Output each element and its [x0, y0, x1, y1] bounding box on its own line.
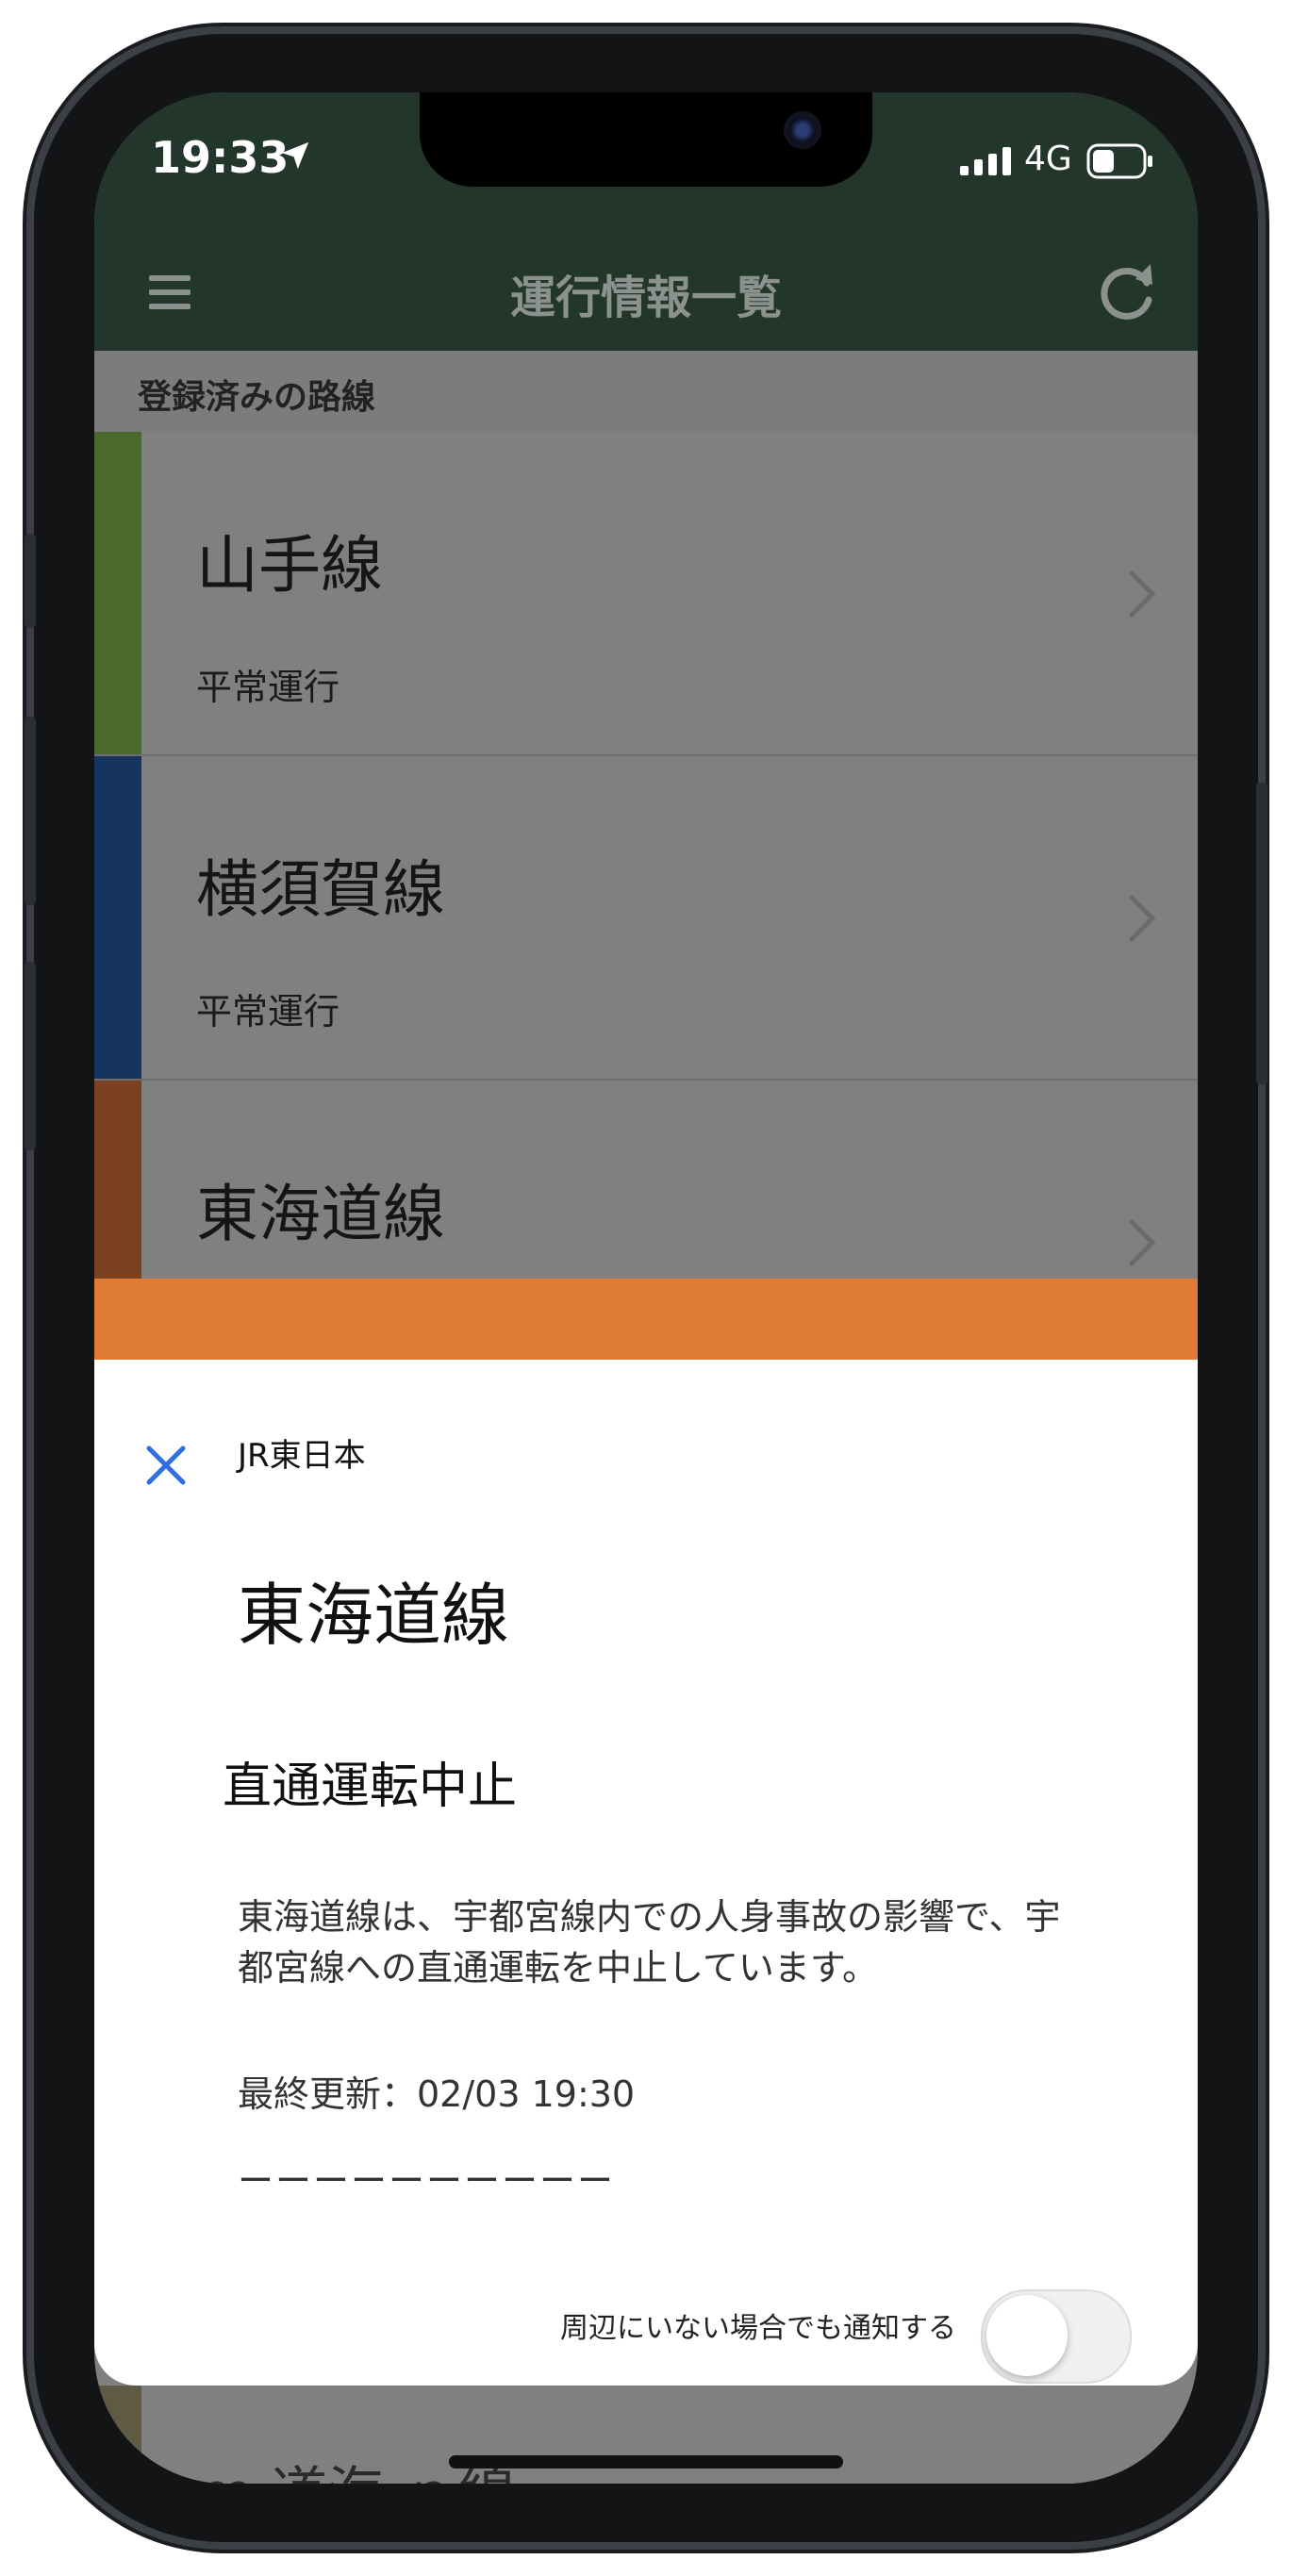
line-color-stripe [94, 432, 141, 754]
nav-bar: 運行情報一覧 [94, 234, 1198, 351]
chevron-right-icon [1129, 895, 1156, 942]
line-name: 東海道線 [196, 1178, 445, 1250]
divider-text: ーーーーーーーーーー [238, 2160, 616, 2202]
section-header: 登録済みの路線 [94, 351, 1198, 432]
power-button [1256, 783, 1267, 1084]
sheet-title: 東海道線 [238, 1576, 510, 1655]
volume-up-button [25, 717, 36, 905]
line-detail-sheet: JR東日本 東海道線 直通運転中止 東海道線は、宇都宮線内での人身事故の影響で、… [94, 1360, 1198, 2386]
home-indicator[interactable] [449, 2455, 843, 2469]
line-row-yamanote[interactable]: 山手線 平常運行 [94, 432, 1198, 756]
network-type: 4G [1024, 140, 1072, 178]
chevron-right-icon [1129, 1219, 1156, 1266]
camera [784, 111, 821, 149]
location-arrow-icon [281, 141, 309, 170]
battery-icon [1086, 143, 1152, 179]
signal-icon [960, 147, 1011, 175]
notify-toggle-label: 周辺にいない場合でも通知する [560, 2312, 956, 2345]
notify-toggle[interactable] [981, 2289, 1132, 2384]
status-heading: 直通運転中止 [223, 1759, 518, 1815]
line-status: 平常運行 [196, 667, 340, 708]
close-icon[interactable] [143, 1443, 189, 1488]
status-detail: 東海道線は、宇都宮線内での人身事故の影響で、宇都宮線への直通運転を中止しています… [238, 1896, 1061, 1989]
sheet-accent-bar [94, 1279, 1198, 1360]
line-row-peek[interactable]: ｍ 道海 ｎ線 [94, 2386, 1198, 2484]
page-title: 運行情報一覧 [509, 272, 782, 324]
volume-down-button [25, 962, 36, 1150]
refresh-icon[interactable] [1094, 256, 1162, 324]
last-updated: 最終更新：02/03 19:30 [238, 2073, 636, 2115]
line-name: 山手線 [196, 529, 383, 602]
silent-switch [25, 534, 36, 628]
toggle-knob [986, 2295, 1068, 2376]
notch [420, 92, 872, 187]
status-time: 19:33 [151, 132, 290, 183]
line-color-stripe [94, 756, 141, 1079]
section-title: 登録済みの路線 [138, 378, 376, 417]
line-color-stripe [94, 2386, 141, 2484]
line-status: 平常運行 [196, 991, 340, 1032]
line-name: 横須賀線 [196, 853, 445, 926]
company-name: JR東日本 [238, 1437, 366, 1475]
screen: 19:33 4G 運行情報一覧 登録済みの路線 山手線 平常運行 横須賀線 平常… [94, 92, 1198, 2484]
line-row-yokosuka[interactable]: 横須賀線 平常運行 [94, 756, 1198, 1081]
chevron-right-icon [1129, 570, 1156, 618]
